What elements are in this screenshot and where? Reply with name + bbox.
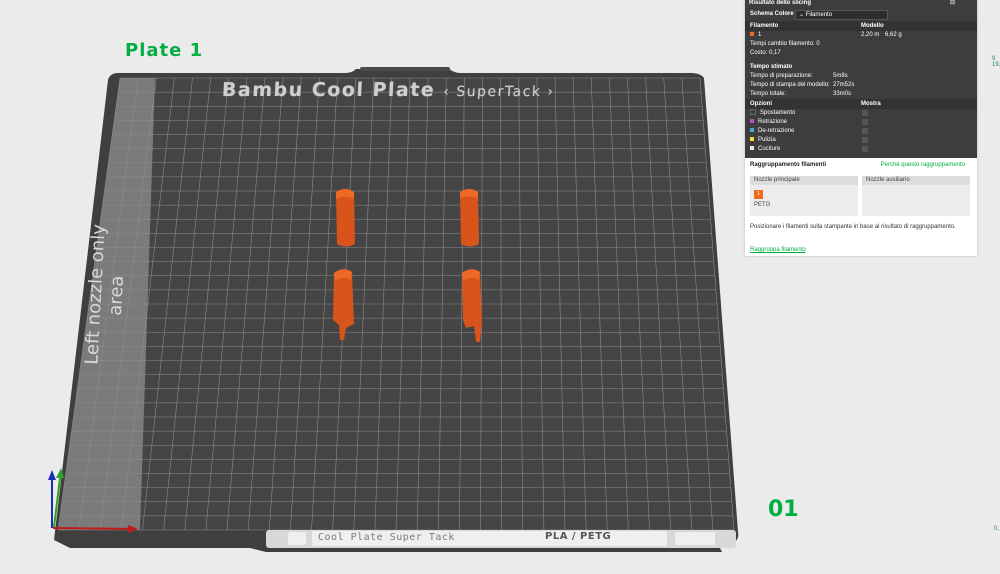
grouping-note: Posizionare i filamenti sulla stampante … [750,224,956,230]
show-checkbox[interactable] [862,119,868,125]
panel-title: Risultato dello slicing ⊟ [745,0,977,7]
option-seams[interactable]: Cuciture [745,145,977,154]
filament-header: Filamento Modello [750,23,884,29]
filament-row: 1 2,20 m 6,62 g [745,31,977,40]
show-checkbox[interactable] [862,146,868,152]
bed-title: Bambu Cool Plate ‹ SuperTack › [221,79,555,101]
option-retraction[interactable]: Retrazione [745,118,977,127]
plate-settings-icon [288,532,306,545]
why-grouping-link[interactable]: Perché questo raggruppamento [881,158,965,172]
edge-readout-top: 9 19, [992,56,1000,68]
show-checkbox[interactable] [862,128,868,134]
main-nozzle-box[interactable]: Nozzle principale 1 PETG [750,176,858,216]
prep-time-row: Tempo di preparazione: 5m8s [750,73,848,79]
slicing-result-panel: Risultato dello slicing ⊟ Schema Colore … [745,0,977,256]
show-checkbox[interactable] [862,137,868,143]
filament-change-row: Tempi cambio filamento: 0 [750,41,820,47]
options-header: Opzioni Mostra [750,101,881,107]
color-scheme-select[interactable]: ⌄ Filamento [795,10,888,20]
aux-nozzle-box[interactable]: Nozzle ausiliario [862,176,970,216]
plate-handle [360,67,450,71]
filament-grouping-title: Raggruppamento filamenti Perché questo r… [745,158,977,172]
total-time-row: Tempo totale: 33m0s [750,91,852,97]
plate-number[interactable]: 01 [768,497,799,522]
option-wipe[interactable]: Pulizia [745,136,977,145]
regroup-filament-link[interactable]: Raggruppa filamento [750,247,806,253]
plate-name[interactable]: Plate 1 [125,40,203,61]
plate-type-label: Cool Plate Super Tack [318,532,455,543]
time-header: Tempo stimato [750,64,793,70]
filament-chip[interactable]: 1 [754,190,763,199]
edge-readout-bottom: 0, [994,526,1000,532]
option-travel[interactable]: Spostamento [745,109,977,118]
option-deretraction[interactable]: De-retrazione [745,127,977,136]
plate-materials-label: PLA / PETG [545,531,612,542]
filament-swatch [750,32,754,37]
color-scheme-row: Schema Colore ⌄ Filamento [745,7,977,21]
cost-row: Costo: 0,17 [750,50,781,56]
pin-icon[interactable]: ⊟ [950,0,955,7]
model-time-row: Tempo di stampa del modello: 27m52s [750,82,855,88]
show-checkbox[interactable] [862,110,868,116]
